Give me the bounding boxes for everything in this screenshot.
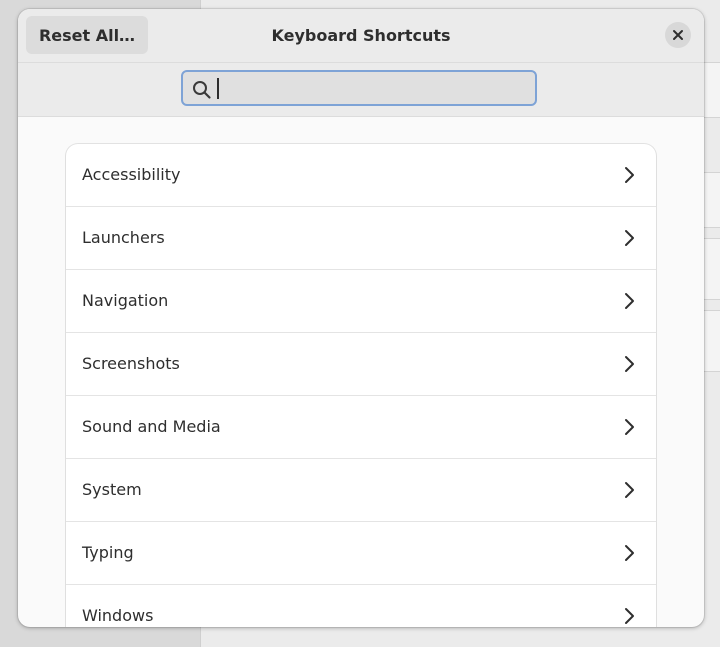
search-bar [18, 63, 704, 117]
category-label: Launchers [82, 228, 165, 247]
category-row-sound-and-media[interactable]: Sound and Media [66, 396, 656, 459]
search-entry[interactable] [181, 70, 537, 106]
search-input[interactable] [217, 76, 517, 100]
chevron-right-icon [625, 608, 634, 624]
category-row-screenshots[interactable]: Screenshots [66, 333, 656, 396]
category-row-accessibility[interactable]: Accessibility [66, 144, 656, 207]
category-row-navigation[interactable]: Navigation [66, 270, 656, 333]
close-button[interactable] [665, 22, 691, 48]
category-row-system[interactable]: System [66, 459, 656, 522]
reset-all-button[interactable]: Reset All… [26, 16, 148, 54]
chevron-right-icon [625, 419, 634, 435]
category-label: Screenshots [82, 354, 180, 373]
close-icon [673, 30, 683, 40]
category-label: Sound and Media [82, 417, 221, 436]
chevron-right-icon [625, 545, 634, 561]
category-row-typing[interactable]: Typing [66, 522, 656, 585]
category-label: Navigation [82, 291, 169, 310]
category-label: Accessibility [82, 165, 181, 184]
text-cursor [217, 78, 219, 99]
category-row-windows[interactable]: Windows [66, 585, 656, 627]
chevron-right-icon [625, 293, 634, 309]
category-label: Windows [82, 606, 154, 625]
header-bar: Reset All… Keyboard Shortcuts [18, 9, 704, 63]
chevron-right-icon [625, 482, 634, 498]
shortcut-category-list: Accessibility Launchers Navigation Scree… [66, 144, 656, 627]
chevron-right-icon [625, 356, 634, 372]
search-icon [193, 81, 211, 99]
category-label: System [82, 480, 142, 499]
chevron-right-icon [625, 167, 634, 183]
chevron-right-icon [625, 230, 634, 246]
category-row-launchers[interactable]: Launchers [66, 207, 656, 270]
category-label: Typing [82, 543, 134, 562]
keyboard-shortcuts-dialog: Reset All… Keyboard Shortcuts Accessibil… [18, 9, 704, 627]
